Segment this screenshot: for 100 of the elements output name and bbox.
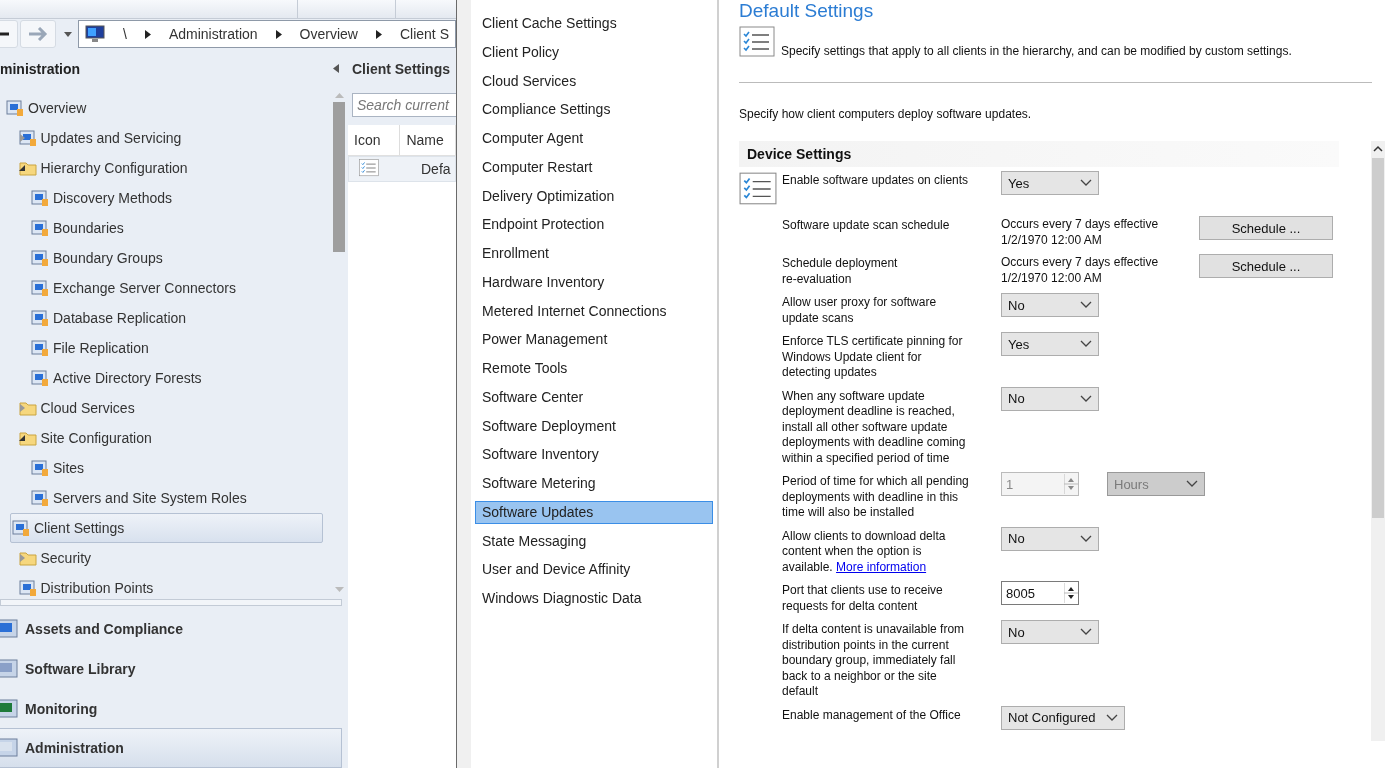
tree-item[interactable]: Active Directory Forests [30,362,323,393]
workspace-button[interactable]: Administration [0,728,342,768]
scrollbar[interactable] [1371,141,1385,741]
breadcrumb-arrow-icon[interactable] [375,29,382,39]
category-item[interactable]: Software Center [475,385,713,409]
column-header[interactable]: Icon [348,125,401,155]
setting-label: Schedule deployment re-evaluation [782,255,899,287]
settings-icon [359,158,379,177]
scroll-up-icon[interactable] [1373,145,1383,152]
breadcrumb-item[interactable]: Administration [168,26,258,42]
category-item[interactable]: Computer Agent [475,127,713,150]
forward-arrow-icon [28,27,48,41]
page-description: Specify settings that apply to all clients in the hierarchy, and can be modified by custom settings. [781,44,1292,58]
more-information-link[interactable]: More information [836,559,927,574]
console-node-icon [31,338,49,357]
tree-item[interactable]: File Replication [30,332,323,363]
tree-item[interactable]: Distribution Points [17,572,323,596]
pane-title: Client Settings [352,61,450,77]
category-item[interactable]: Hardware Inventory [475,270,713,294]
workspace-icon [0,696,19,721]
tree-item[interactable]: Updates and Servicing [17,122,323,153]
category-item[interactable]: Endpoint Protection [475,213,713,237]
setting-label: Software update scan schedule [782,217,951,234]
workspace-button[interactable]: Assets and Compliance [0,609,345,650]
page-title: Default Settings [739,0,875,22]
category-item[interactable]: User and Device Affinity [475,558,713,582]
tree-item[interactable]: Overview [5,92,323,123]
device-settings-icon [739,171,777,207]
tree-item[interactable]: Database Replication [30,302,323,333]
dropdown[interactable]: Yes [1001,171,1099,195]
tree-item[interactable]: Boundaries [30,212,323,243]
dropdown[interactable]: Not Configured [1001,705,1125,730]
dropdown[interactable]: No [1001,620,1099,644]
computer-icon [85,25,105,43]
setting-label: Period of time for which all pending deployments with deadline in this time will also be installed [782,473,970,521]
category-item[interactable]: Client Policy [475,40,713,64]
search-field[interactable]: Search current [352,93,456,117]
chevron-down-icon [1080,340,1092,348]
tree-item[interactable]: Exchange Server Connectors [30,272,323,303]
category-item[interactable]: Computer Restart [475,155,713,179]
number-spinner[interactable]: 8005 [1001,581,1079,605]
setting-label: Allow clients to download delta content when the option is available. More information [782,527,947,575]
tree-item[interactable]: Client Settings [10,512,323,543]
tree-item[interactable]: Site Configuration [17,422,323,453]
dropdown[interactable]: No [1001,293,1099,317]
schedule-button[interactable]: Schedule ... [1199,216,1333,240]
breadcrumb-item[interactable]: Client S [399,26,449,42]
schedule-button[interactable]: Schedule ... [1199,254,1333,278]
table-row[interactable]: Defa [348,156,456,182]
console-node-icon [31,278,49,297]
folder-icon [18,159,37,176]
dropdown[interactable]: No [1001,386,1099,411]
console-node-icon [31,368,49,387]
console-node-icon [31,218,49,237]
console-node-icon [31,308,49,327]
console-node-icon [31,458,49,477]
setting-label: When any software update deployment deadline is reached, install all other software update deployments with deadline coming within a specified period of time [782,387,967,466]
dropdown[interactable]: No [1001,526,1099,551]
tree-item[interactable]: Discovery Methods [30,182,323,213]
tree-item[interactable]: Sites [30,452,323,483]
tree-item[interactable]: Servers and Site System Roles [30,482,323,513]
category-item[interactable]: Windows Diagnostic Data [475,587,713,610]
category-item[interactable]: Power Management [475,328,713,352]
chevron-down-icon [1186,480,1198,488]
category-item[interactable]: Software Metering [475,472,713,495]
history-dropdown-icon[interactable] [64,31,72,37]
category-item[interactable]: Enrollment [475,242,713,265]
category-item[interactable]: Software Updates [475,500,713,524]
console-node-icon [12,518,30,537]
console-node-icon [31,248,49,267]
chevron-down-icon [1080,534,1092,543]
workspace-button[interactable]: Monitoring [0,688,345,729]
breadcrumb-item[interactable]: \ [123,26,127,42]
tree-item[interactable]: Cloud Services [17,392,323,423]
category-item[interactable]: Software Inventory [475,443,713,467]
category-item[interactable]: Remote Tools [475,357,713,380]
spin-arrows-icon[interactable] [1064,583,1078,603]
workspace-button[interactable]: Software Library [0,649,345,689]
dropdown[interactable]: Yes [1001,332,1099,356]
setting-label: Enable software updates on clients [782,172,970,189]
breadcrumb-item[interactable]: Overview [299,26,358,42]
chevron-down-icon [1080,301,1092,309]
breadcrumb-arrow-icon[interactable] [144,29,151,39]
console-node-icon [31,188,49,207]
console-node-icon [31,488,49,507]
tree-item[interactable]: Boundary Groups [30,242,323,273]
category-item[interactable]: Software Deployment [475,414,713,438]
checklist-icon [739,26,775,58]
schedule-text: Occurs every 7 days effective 1/2/1970 12:00 AM [1001,254,1160,286]
breadcrumb-arrow-icon[interactable] [275,29,282,39]
category-item[interactable]: State Messaging [475,529,713,553]
category-item[interactable]: Client Cache Settings [475,12,713,35]
tree-item[interactable]: Hierarchy Configuration [17,152,323,183]
category-item[interactable]: Cloud Services [475,69,713,93]
category-item[interactable]: Compliance Settings [475,98,713,122]
category-item[interactable]: Delivery Optimization [475,184,713,208]
expand-arrow-icon[interactable] [19,133,26,142]
category-item[interactable]: Metered Internet Connections [475,299,713,323]
tree-item[interactable]: Security [17,542,323,573]
collapse-pane-icon[interactable] [333,64,339,74]
